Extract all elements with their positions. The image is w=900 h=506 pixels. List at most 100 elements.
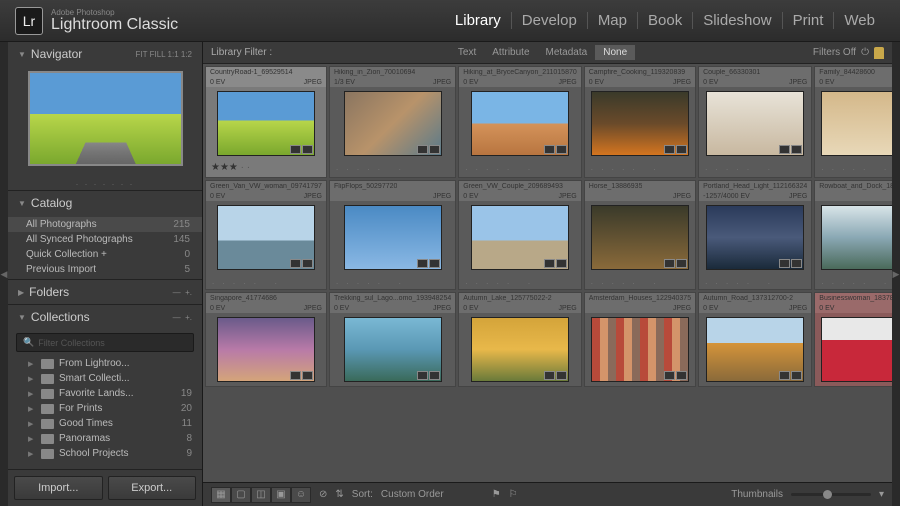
grid-cell[interactable]: Hiking_in_Zion_700106941/3 EVJPEG. . . .…: [329, 66, 456, 178]
loupe-view-button[interactable]: ▢: [231, 487, 251, 503]
sort-icon[interactable]: ⇅: [335, 489, 343, 500]
badge-icon[interactable]: [556, 259, 567, 268]
badge-icon[interactable]: [664, 145, 675, 154]
badge-icon[interactable]: [290, 259, 301, 268]
navigator-preview[interactable]: [8, 66, 202, 174]
badge-icon[interactable]: [417, 145, 428, 154]
module-book[interactable]: Book: [638, 12, 693, 29]
badge-icon[interactable]: [779, 371, 790, 380]
export-button[interactable]: Export...: [108, 476, 197, 500]
module-map[interactable]: Map: [588, 12, 638, 29]
sort-value[interactable]: Custom Order: [381, 489, 444, 500]
module-slideshow[interactable]: Slideshow: [693, 12, 782, 29]
toolbar-expand-icon[interactable]: ▾: [879, 489, 884, 500]
catalog-item[interactable]: Quick Collection +0: [8, 247, 202, 262]
rating-dots[interactable]: . . . . . .: [330, 274, 455, 289]
badge-icon[interactable]: [429, 145, 440, 154]
grid-cell[interactable]: Rowboat_and_Dock_181331006JPEG. . . . . …: [814, 180, 892, 290]
module-print[interactable]: Print: [783, 12, 835, 29]
grid-cell[interactable]: Campfire_Cooking_1193208390 EVJPEG. . . …: [584, 66, 696, 178]
grid-cell[interactable]: Green_VW_Couple_2096894930 EVJPEG. . . .…: [458, 180, 582, 290]
badge-icon[interactable]: [290, 371, 301, 380]
rating-dots[interactable]: . . . . . .: [459, 274, 581, 289]
rating-dots[interactable]: . . . . . .: [330, 160, 455, 175]
grid-cell[interactable]: Portland_Head_Light_112166324-1257/4000 …: [698, 180, 812, 290]
import-button[interactable]: Import...: [14, 476, 103, 500]
navigator-zoom-modes[interactable]: FIT FILL 1:1 1:2: [136, 50, 192, 59]
catalog-item[interactable]: All Photographs215: [8, 217, 202, 232]
filter-tab-none[interactable]: None: [595, 45, 635, 60]
grid-cell[interactable]: Couple_663303010 EVJPEG. . . . . .: [698, 66, 812, 178]
badge-icon[interactable]: [544, 259, 555, 268]
badge-icon[interactable]: [417, 371, 428, 380]
module-library[interactable]: Library: [445, 12, 512, 29]
rating-dots[interactable]: . . . . . .: [815, 274, 892, 289]
rating-dots[interactable]: . . . . . .: [699, 160, 811, 175]
collection-item[interactable]: ▶For Prints20: [8, 401, 202, 416]
badge-icon[interactable]: [290, 145, 301, 154]
navigator-header[interactable]: ▼ Navigator FIT FILL 1:1 1:2: [8, 42, 202, 66]
module-develop[interactable]: Develop: [512, 12, 588, 29]
badge-icon[interactable]: [676, 259, 687, 268]
grid-cell[interactable]: FlipFlops_50297720JPEG. . . . . .: [329, 180, 456, 290]
filter-tab-attribute[interactable]: Attribute: [484, 45, 537, 60]
collection-item[interactable]: ▶Smart Collecti...: [8, 371, 202, 386]
grid-cell[interactable]: CountryRoad-1_695295140 EVJPEG★★★ · ·: [205, 66, 327, 178]
folders-header[interactable]: ▶ Folders — +.: [8, 280, 202, 304]
badge-icon[interactable]: [664, 259, 675, 268]
badge-icon[interactable]: [676, 371, 687, 380]
rating-dots[interactable]: . . . . . .: [699, 274, 811, 289]
catalog-item[interactable]: Previous Import5: [8, 262, 202, 277]
grid-cell[interactable]: Businesswoman_183786850 EVJPEG: [814, 292, 892, 387]
rating-dots[interactable]: . . . . . .: [585, 160, 695, 175]
rating-dots[interactable]: . . . . . .: [585, 274, 695, 289]
grid-cell[interactable]: Family_844286000 EVJPEG. . . . . .: [814, 66, 892, 178]
badge-icon[interactable]: [791, 145, 802, 154]
collection-item[interactable]: ▶School Projects9: [8, 446, 202, 461]
compare-view-button[interactable]: ◫: [251, 487, 271, 503]
collection-item[interactable]: ▶Favorite Lands...19: [8, 386, 202, 401]
reject-icon[interactable]: ⚐: [509, 489, 518, 500]
catalog-header[interactable]: ▼ Catalog: [8, 191, 202, 215]
people-view-button[interactable]: ☺: [291, 487, 311, 503]
flag-icon[interactable]: ⚑: [492, 489, 501, 500]
grid-cell[interactable]: Hiking_at_BryceCanyon_2110158700 EVJPEG.…: [458, 66, 582, 178]
rating-dots[interactable]: . . . . . .: [815, 160, 892, 175]
badge-icon[interactable]: [302, 371, 313, 380]
badge-icon[interactable]: [429, 259, 440, 268]
rating-dots[interactable]: . . . . . .: [459, 160, 581, 175]
badge-icon[interactable]: [556, 145, 567, 154]
star-rating[interactable]: ★★★ · ·: [206, 160, 326, 177]
grid-cell[interactable]: Green_Van_VW_woman_097417970 EVJPEG. . .…: [205, 180, 327, 290]
grid-cell[interactable]: Amsterdam_Houses_122940375JPEG: [584, 292, 696, 387]
survey-view-button[interactable]: ▣: [271, 487, 291, 503]
catalog-item[interactable]: All Synced Photographs145: [8, 232, 202, 247]
right-edge-collapse[interactable]: ▶: [892, 42, 900, 506]
badge-icon[interactable]: [676, 145, 687, 154]
badge-icon[interactable]: [779, 145, 790, 154]
filters-off-toggle[interactable]: Filters Off ⏻: [813, 47, 884, 59]
grid-cell[interactable]: Horse_13886935JPEG. . . . . .: [584, 180, 696, 290]
grid-scroll[interactable]: CountryRoad-1_695295140 EVJPEG★★★ · · Hi…: [203, 64, 892, 482]
badge-icon[interactable]: [544, 145, 555, 154]
badge-icon[interactable]: [302, 259, 313, 268]
collections-add-icon[interactable]: — +.: [173, 313, 192, 322]
badge-icon[interactable]: [664, 371, 675, 380]
grid-cell[interactable]: Autumn_Lake_125775022-20 EVJPEG: [458, 292, 582, 387]
badge-icon[interactable]: [302, 145, 313, 154]
filter-tab-metadata[interactable]: Metadata: [538, 45, 596, 60]
grid-view-button[interactable]: ▦: [211, 487, 231, 503]
filter-tab-text[interactable]: Text: [450, 45, 484, 60]
badge-icon[interactable]: [544, 371, 555, 380]
badge-icon[interactable]: [791, 259, 802, 268]
left-edge-collapse[interactable]: ◀: [0, 42, 8, 506]
badge-icon[interactable]: [791, 371, 802, 380]
badge-icon[interactable]: [779, 259, 790, 268]
collections-header[interactable]: ▼ Collections — +.: [8, 305, 202, 329]
thumbnail-slider[interactable]: [791, 493, 871, 496]
collection-item[interactable]: ▶Good Times11: [8, 416, 202, 431]
collection-item[interactable]: ▶From Lightroo...: [8, 356, 202, 371]
grid-cell[interactable]: Singapore_417746860 EVJPEG: [205, 292, 327, 387]
badge-icon[interactable]: [417, 259, 428, 268]
folders-add-icon[interactable]: — +.: [173, 288, 192, 297]
